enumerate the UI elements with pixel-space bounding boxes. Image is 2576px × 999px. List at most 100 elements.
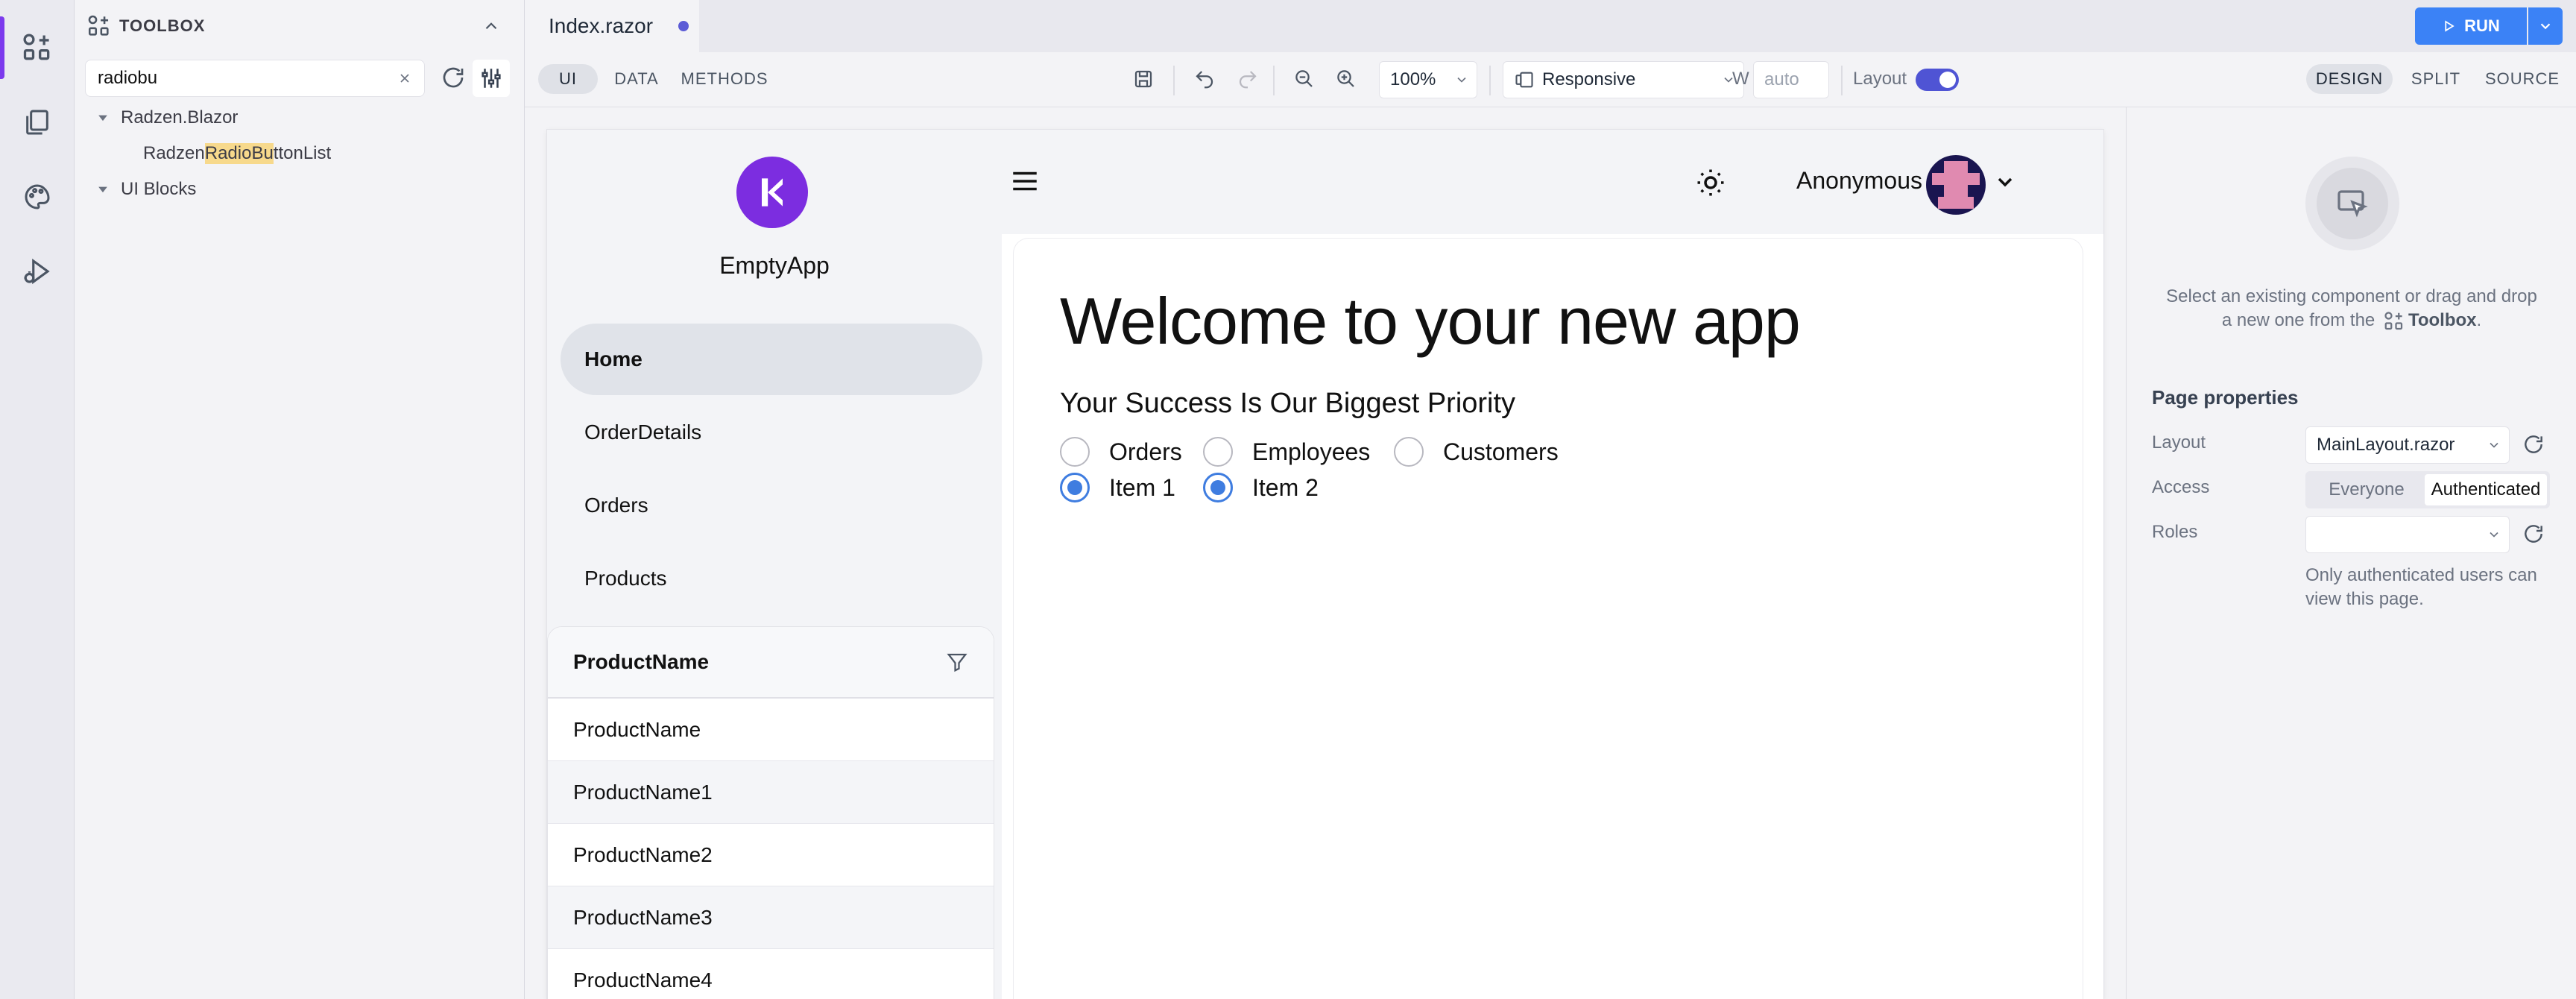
debug-icon[interactable] bbox=[0, 236, 75, 307]
clear-search-icon[interactable] bbox=[397, 71, 412, 86]
grid-row[interactable]: ProductName2 bbox=[548, 824, 994, 886]
toolbox-header-icon bbox=[86, 13, 112, 39]
hint-toolbox-link[interactable]: Toolbox bbox=[2408, 310, 2477, 330]
search-value: radiobu bbox=[98, 68, 158, 88]
radio-orders[interactable]: Orders bbox=[1060, 437, 1182, 467]
radio-label: Employees bbox=[1252, 438, 1371, 465]
divider bbox=[1841, 66, 1843, 95]
pages-icon[interactable] bbox=[0, 86, 75, 158]
toolbox-icon[interactable] bbox=[0, 12, 75, 83]
access-segmented: Everyone Authenticated bbox=[2305, 471, 2550, 508]
layout-label: Layout bbox=[1853, 69, 1907, 89]
radio-customers[interactable]: Customers bbox=[1394, 437, 1559, 467]
grid-row[interactable]: ProductName3 bbox=[548, 886, 994, 949]
reset-layout-icon[interactable] bbox=[2522, 432, 2545, 456]
filter-icon[interactable] bbox=[946, 651, 968, 673]
device-select[interactable]: Responsive bbox=[1503, 61, 1744, 98]
filter-settings-icon[interactable] bbox=[473, 60, 510, 97]
logo-icon bbox=[762, 178, 783, 207]
radio-item-2[interactable]: Item 2 bbox=[1203, 473, 1319, 502]
reset-roles-icon[interactable] bbox=[2522, 522, 2545, 546]
view-source-tab[interactable]: SOURCE bbox=[2478, 64, 2567, 94]
tab-index-razor[interactable]: Index.razor bbox=[525, 0, 699, 52]
refresh-icon[interactable] bbox=[440, 64, 467, 91]
view-split-tab[interactable]: SPLIT bbox=[2400, 64, 2472, 94]
tree-group-radzen[interactable]: Radzen.Blazor bbox=[95, 107, 238, 128]
app-brand-name: EmptyApp bbox=[719, 252, 830, 279]
redo-icon[interactable] bbox=[1230, 61, 1266, 97]
radio-item-1[interactable]: Item 1 bbox=[1060, 473, 1175, 502]
mode-ui-tab[interactable]: UI bbox=[538, 64, 598, 94]
hint-line: Select an existing component or drag and… bbox=[2166, 286, 2537, 306]
page-properties-heading: Page properties bbox=[2152, 386, 2299, 409]
view-design-tab[interactable]: DESIGN bbox=[2306, 64, 2393, 94]
app-sidebar: EmptyApp Home OrderDetails Orders Produc… bbox=[547, 130, 1002, 999]
mode-methods-tab[interactable]: METHODS bbox=[674, 64, 775, 94]
tree-group-label: Radzen.Blazor bbox=[121, 107, 239, 127]
nav-item-products[interactable]: Products bbox=[561, 543, 982, 614]
layout-toggle[interactable] bbox=[1916, 69, 1959, 91]
zoom-in-icon[interactable] bbox=[1328, 61, 1364, 97]
design-canvas[interactable]: EmptyApp Home OrderDetails Orders Produc… bbox=[547, 130, 2103, 999]
tree-item-radiobuttonlist[interactable]: Radzen RadioBu ttonList bbox=[143, 143, 331, 164]
theme-toggle-icon[interactable] bbox=[1695, 167, 1726, 198]
layout-select[interactable]: MainLayout.razor bbox=[2305, 426, 2510, 464]
cursor-select-icon bbox=[2337, 190, 2368, 218]
collapse-chevron-icon[interactable] bbox=[482, 16, 501, 36]
radio-label: Orders bbox=[1109, 438, 1182, 465]
access-authenticated-option[interactable]: Authenticated bbox=[2425, 474, 2547, 505]
zoom-select[interactable]: 100% bbox=[1379, 61, 1477, 98]
nav-item-orderdetails[interactable]: OrderDetails bbox=[561, 397, 982, 468]
themes-icon[interactable] bbox=[0, 161, 75, 233]
undo-icon[interactable] bbox=[1187, 61, 1222, 97]
tree-group-ui-blocks[interactable]: UI Blocks bbox=[95, 179, 196, 200]
grid-header: ProductName bbox=[548, 627, 994, 699]
hamburger-menu-icon[interactable] bbox=[1009, 166, 1041, 197]
chevron-down-icon bbox=[2540, 23, 2551, 30]
radio-label: Customers bbox=[1443, 438, 1559, 465]
zoom-out-icon[interactable] bbox=[1287, 61, 1322, 97]
radio-employees[interactable]: Employees bbox=[1203, 437, 1370, 467]
play-icon bbox=[2445, 20, 2455, 32]
toolbox-title: TOOLBOX bbox=[119, 16, 206, 35]
radio-circle bbox=[1203, 437, 1233, 467]
roles-note: Only authenticated users can view this p… bbox=[2305, 564, 2537, 611]
divider bbox=[1489, 66, 1491, 95]
save-icon[interactable] bbox=[1126, 61, 1161, 97]
grid-column-header[interactable]: ProductName bbox=[573, 650, 709, 674]
activity-bar bbox=[0, 0, 75, 999]
access-property-label: Access bbox=[2152, 477, 2210, 497]
width-input[interactable]: auto bbox=[1753, 61, 1829, 98]
radio-circle bbox=[1394, 437, 1424, 467]
run-button[interactable]: RUN bbox=[2415, 7, 2527, 45]
run-dropdown-button[interactable] bbox=[2528, 7, 2563, 45]
layout-property-label: Layout bbox=[2152, 432, 2206, 453]
expand-caret-icon bbox=[98, 115, 107, 122]
nav-item-orders[interactable]: Orders bbox=[561, 470, 982, 541]
access-everyone-option[interactable]: Everyone bbox=[2308, 479, 2425, 500]
search-highlight: RadioBu bbox=[204, 143, 274, 164]
divider bbox=[1273, 66, 1275, 95]
zoom-value: 100% bbox=[1390, 69, 1436, 89]
selection-hint: Select an existing component or drag and… bbox=[2127, 285, 2576, 333]
chevron-down-icon bbox=[2490, 442, 2498, 448]
chevron-down-icon bbox=[2490, 532, 2498, 538]
page-subheading: Your Success Is Our Biggest Priority bbox=[1060, 388, 1516, 419]
user-menu-chevron-icon[interactable] bbox=[1993, 170, 2017, 194]
device-value: Responsive bbox=[1542, 69, 1636, 89]
roles-select[interactable] bbox=[2305, 516, 2510, 553]
grid-row[interactable]: ProductName bbox=[548, 699, 994, 761]
grid-row[interactable]: ProductName1 bbox=[548, 761, 994, 824]
radio-circle bbox=[1060, 437, 1090, 467]
avatar[interactable] bbox=[1926, 155, 1986, 215]
app-body: Welcome to your new app Your Success Is … bbox=[1014, 239, 2083, 999]
nav-item-home[interactable]: Home bbox=[561, 324, 982, 395]
user-name[interactable]: Anonymous bbox=[1796, 167, 1922, 195]
tab-label: Index.razor bbox=[549, 14, 654, 37]
toolbox-search-input[interactable]: radiobu bbox=[85, 60, 425, 97]
unsaved-dot bbox=[678, 21, 689, 31]
chevron-down-icon bbox=[1457, 77, 1466, 83]
mode-data-tab[interactable]: DATA bbox=[605, 64, 668, 94]
divider bbox=[1173, 66, 1175, 95]
grid-row[interactable]: ProductName4 bbox=[548, 949, 994, 999]
